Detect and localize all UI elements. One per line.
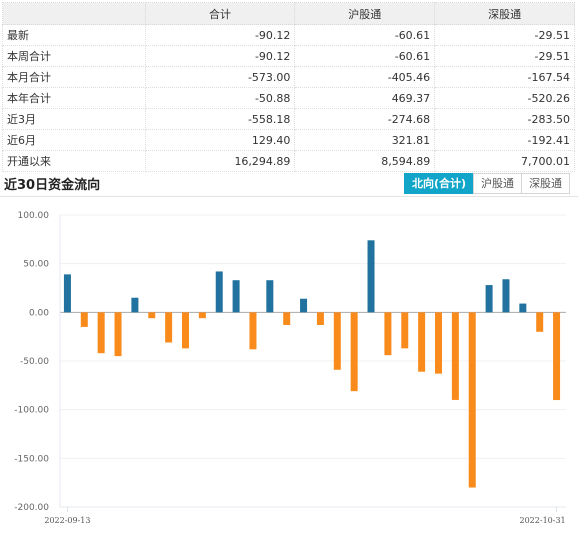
section-divider [0,196,578,197]
cell-sh: -274.68 [294,108,436,130]
table-row: 近6月 129.40 321.81 -192.41 [2,129,575,151]
y-tick-label: 100.00 [18,211,50,221]
cell-total: -573.00 [144,66,296,88]
table-header-row: 合计 沪股通 深股通 [2,2,575,25]
cell-total: 16,294.89 [144,150,296,172]
flow-bar-chart: 100.00 50.00 0.00 -50.00 -100.00 -150.00 -200.… [14,211,566,525]
x-tick-label: 2022-09-13 [44,516,90,525]
bar [63,274,71,313]
y-tick-label: -100.00 [14,406,49,416]
bar [165,312,173,343]
bar [367,240,375,313]
summary-table: 合计 沪股通 深股通 最新 -90.12 -60.61 -29.51 本周合计 -90.1… [2,2,575,172]
bar [536,312,544,332]
y-tick-label: 0.00 [29,308,49,318]
cell-total: 129.40 [144,129,296,151]
bar [435,312,442,374]
header-sh: 沪股通 [294,2,436,25]
cell-sz: -29.51 [434,45,575,67]
header-sz: 深股通 [434,2,575,25]
row-label: 开通以来 [2,150,146,172]
bar [283,312,291,325]
cell-sz: 7,700.01 [434,150,575,172]
bar [384,312,392,356]
bar [401,312,409,349]
bar [249,312,257,350]
y-tick-label: -150.00 [14,454,49,464]
cell-total: -90.12 [144,24,296,46]
bar [266,280,274,313]
cell-sz: -167.54 [434,66,575,88]
cell-sh: 8,594.89 [294,150,436,172]
cell-sz: -520.26 [434,87,575,109]
bar [333,312,341,370]
row-label: 近6月 [2,129,146,151]
cell-sh: 469.37 [294,87,436,109]
table-row: 本年合计 -50.88 469.37 -520.26 [2,87,575,109]
tab-shanghai-connect[interactable]: 沪股通 [473,173,523,194]
row-label: 本年合计 [2,87,146,109]
bar [148,312,156,319]
cell-sz: -29.51 [434,24,575,46]
row-label: 本月合计 [2,66,146,88]
tab-northbound-total[interactable]: 北向(合计) [404,173,475,194]
table-row: 本周合计 -90.12 -60.61 -29.51 [2,45,575,67]
cell-sh: -60.61 [294,45,436,67]
bar [316,312,324,325]
cell-sh: -60.61 [294,24,436,46]
bar [350,312,358,392]
cell-sz: -192.41 [434,129,575,151]
bar [451,312,459,400]
cell-total: -558.18 [144,108,296,130]
cell-sh: 321.81 [294,129,436,151]
table-row: 最新 -90.12 -60.61 -29.51 [2,24,575,46]
cell-sz: -283.50 [434,108,575,130]
bars [63,240,561,488]
bar [553,312,561,401]
flow-tabs: 北向(合计) 沪股通 深股通 [404,173,571,194]
bar [215,271,223,313]
table-row: 开通以来 16,294.89 8,594.89 7,700.01 [2,150,575,172]
y-tick-label: -200.00 [14,503,49,513]
bar [182,312,189,349]
bar [418,312,426,372]
grid-lines [59,214,566,508]
tab-shenzhen-connect[interactable]: 深股通 [521,173,571,194]
bar [519,303,527,313]
y-tick-label: 50.00 [23,260,49,270]
bar [198,312,206,319]
bar [485,285,493,313]
y-axis-ticks: 100.00 50.00 0.00 -50.00 -100.00 -150.00 -200.… [14,211,49,513]
bar [131,297,139,313]
bar [300,298,308,313]
table-row: 本月合计 -573.00 -405.46 -167.54 [2,66,575,88]
cell-sh: -405.46 [294,66,436,88]
table-row: 近3月 -558.18 -274.68 -283.50 [2,108,575,130]
cell-total: -50.88 [144,87,296,109]
header-total: 合计 [144,2,296,25]
section-title: 近30日资金流向 [4,178,101,193]
bar [97,312,105,354]
y-tick-label: -50.00 [20,357,49,367]
bar [468,312,476,488]
row-label: 近3月 [2,108,146,130]
bar [80,312,88,327]
x-axis: 2022-09-13 2022-10-31 [44,506,566,525]
x-tick-label: 2022-10-31 [520,516,566,525]
bar [114,312,122,357]
header-blank [2,2,146,25]
bar [502,279,510,313]
cell-total: -90.12 [144,45,296,67]
row-label: 本周合计 [2,45,146,67]
row-label: 最新 [2,24,146,46]
bar [232,280,240,313]
